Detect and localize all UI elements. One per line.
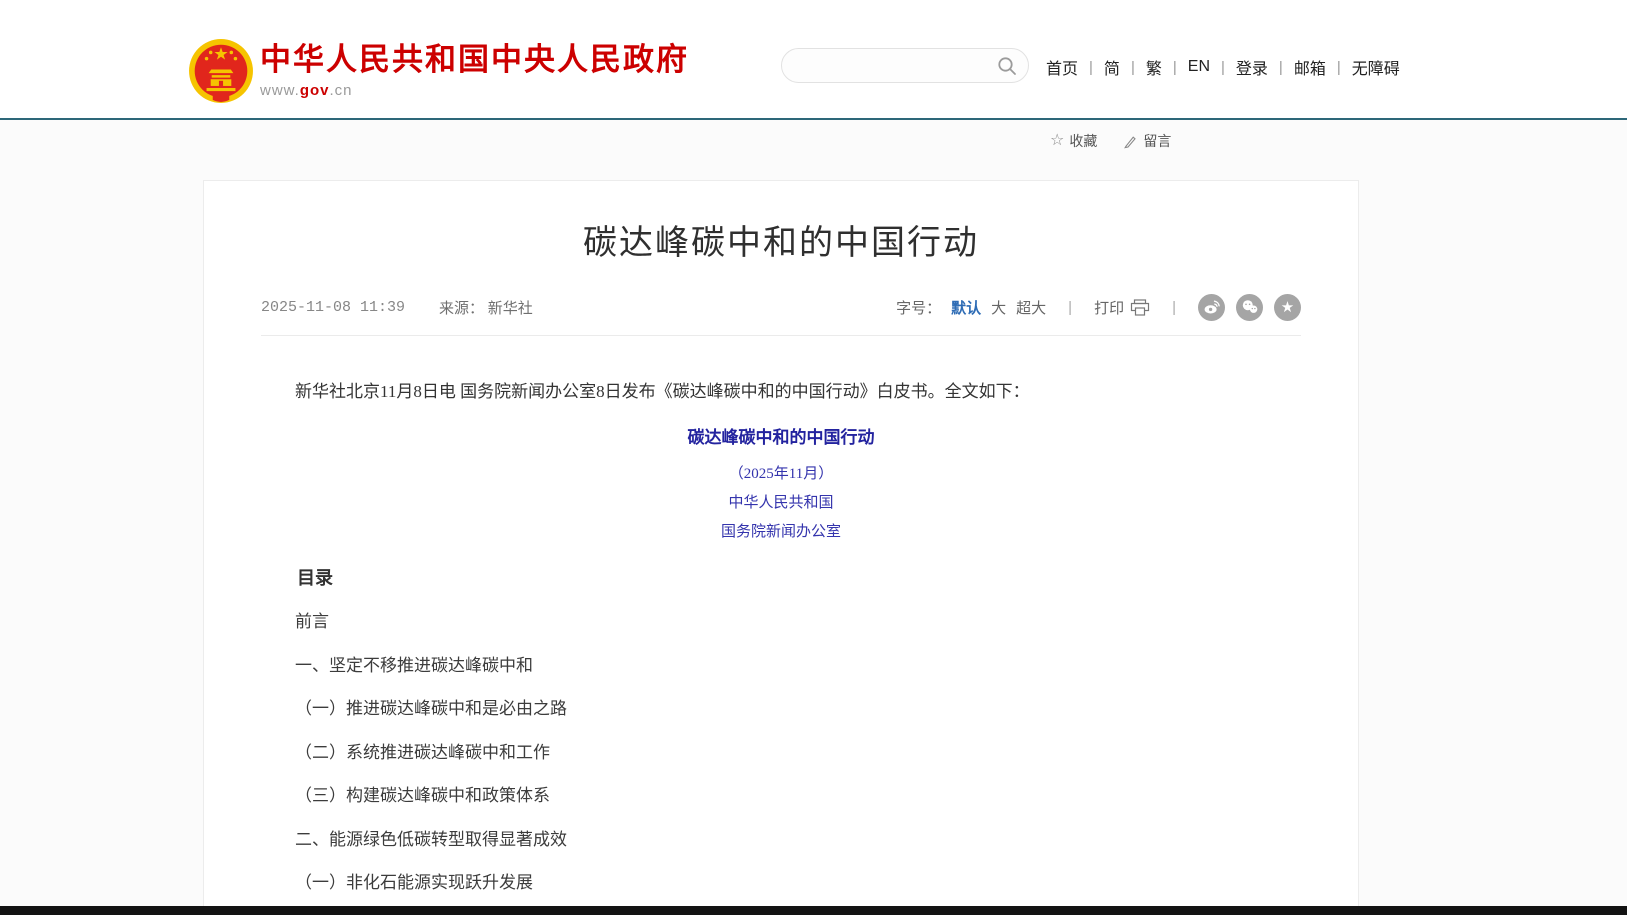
message-button[interactable]: 留言: [1123, 131, 1171, 151]
fontsize-default[interactable]: 默认: [951, 297, 981, 318]
toc-item: （一）推进碳达峰碳中和是必由之路: [261, 687, 1301, 731]
article-title: 碳达峰碳中和的中国行动: [224, 221, 1338, 265]
print-label: 打印: [1094, 297, 1124, 318]
nav-english[interactable]: EN: [1187, 58, 1211, 76]
separator: |: [1172, 299, 1176, 316]
toc-item: 一、坚定不移推进碳达峰碳中和: [261, 644, 1301, 688]
site-header: 中华人民共和国中央人民政府 www.gov.cn 首页 简 繁 EN 登录 邮箱…: [0, 0, 1627, 120]
site-url-www: www.: [260, 82, 300, 99]
weibo-icon: [1203, 298, 1221, 316]
national-emblem-logo: [188, 38, 254, 104]
share-weibo-button[interactable]: [1198, 294, 1225, 321]
share-group: ★: [1198, 294, 1301, 321]
pencil-icon: [1123, 134, 1138, 149]
table-of-contents: 前言 一、坚定不移推进碳达峰碳中和 （一）推进碳达峰碳中和是必由之路 （二）系统…: [261, 600, 1301, 905]
nav-simplified[interactable]: 简: [1103, 55, 1121, 79]
fontsize-label: 字号：: [896, 297, 941, 318]
share-wechat-button[interactable]: [1236, 294, 1263, 321]
article-meta-row: 2025-11-08 11:39 来源： 新华社 字号： 默认 大 超大 | 打…: [261, 293, 1301, 321]
fontsize-large[interactable]: 大: [991, 297, 1006, 318]
share-star-icon: ★: [1281, 300, 1294, 315]
article-card: 碳达峰碳中和的中国行动 2025-11-08 11:39 来源： 新华社 字号：…: [203, 180, 1359, 906]
nav-home[interactable]: 首页: [1045, 55, 1079, 79]
toc-item: 二、能源绿色低碳转型取得显著成效: [261, 818, 1301, 862]
article-controls: 字号： 默认 大 超大 | 打印 |: [896, 294, 1301, 321]
bottom-footer-bar: [0, 906, 1627, 915]
fontsize-xlarge[interactable]: 超大: [1016, 297, 1046, 318]
search-icon: [996, 55, 1018, 77]
publish-date: 2025-11-08 11:39: [261, 299, 405, 316]
page-actions: ☆ 收藏 留言: [1050, 131, 1171, 151]
search-input[interactable]: [798, 50, 993, 81]
nav-mail[interactable]: 邮箱: [1293, 55, 1327, 79]
nav-accessibility[interactable]: 无障碍: [1351, 55, 1401, 79]
toc-heading: 目录: [261, 557, 1301, 600]
wechat-icon: [1241, 298, 1259, 316]
article-body: 新华社北京11月8日电 国务院新闻办公室8日发布《碳达峰碳中和的中国行动》白皮书…: [261, 370, 1301, 905]
message-label: 留言: [1143, 131, 1171, 151]
source-name: 新华社: [488, 301, 533, 317]
separator: |: [1068, 299, 1072, 316]
document-date: （2025年11月）: [261, 460, 1301, 489]
meta-divider: [261, 335, 1301, 336]
toc-item: （一）非化石能源实现跃升发展: [261, 861, 1301, 905]
document-org-line2: 国务院新闻办公室: [261, 518, 1301, 547]
source: 来源： 新华社: [439, 297, 533, 318]
site-identity: 中华人民共和国中央人民政府 www.gov.cn: [260, 44, 689, 99]
site-url-cn: .cn: [330, 82, 353, 99]
document-heading-block: 碳达峰碳中和的中国行动 （2025年11月） 中华人民共和国 国务院新闻办公室: [261, 415, 1301, 547]
search-box: [781, 48, 1029, 83]
star-outline-icon: ☆: [1050, 134, 1064, 148]
favorite-label: 收藏: [1069, 131, 1097, 151]
source-label: 来源：: [439, 301, 484, 317]
top-navigation: 首页 简 繁 EN 登录 邮箱 无障碍: [1045, 55, 1401, 79]
site-title: 中华人民共和国中央人民政府: [260, 44, 689, 76]
toc-item: 前言: [261, 600, 1301, 644]
search-button[interactable]: [996, 55, 1018, 77]
site-url: www.gov.cn: [260, 82, 689, 99]
favorite-button[interactable]: ☆ 收藏: [1050, 131, 1097, 151]
intro-paragraph: 新华社北京11月8日电 国务院新闻办公室8日发布《碳达峰碳中和的中国行动》白皮书…: [261, 370, 1301, 413]
document-org-line1: 中华人民共和国: [261, 489, 1301, 518]
print-button[interactable]: 打印: [1094, 297, 1150, 318]
document-title: 碳达峰碳中和的中国行动: [261, 415, 1301, 460]
toc-item: （二）系统推进碳达峰碳中和工作: [261, 731, 1301, 775]
site-url-gov: gov: [300, 82, 330, 99]
share-more-button[interactable]: ★: [1274, 294, 1301, 321]
nav-login[interactable]: 登录: [1235, 55, 1269, 79]
nav-traditional[interactable]: 繁: [1145, 55, 1163, 79]
toc-item: （三）构建碳达峰碳中和政策体系: [261, 774, 1301, 818]
printer-icon: [1130, 299, 1150, 316]
